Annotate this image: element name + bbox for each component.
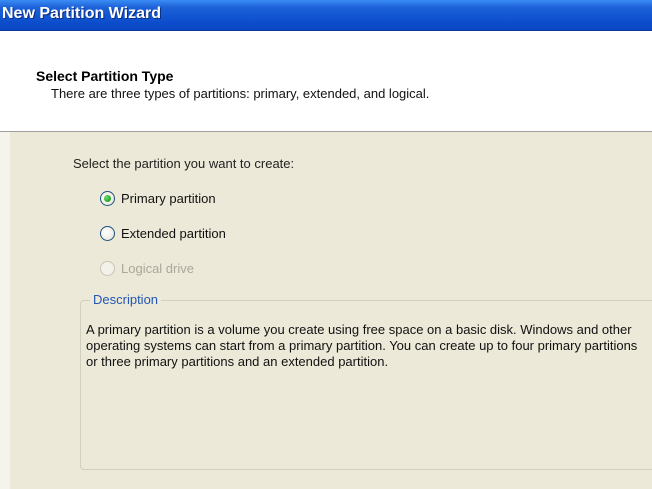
radio-selected-icon: [100, 190, 115, 206]
logical-drive-radio: Logical drive: [100, 259, 194, 277]
left-border: [0, 132, 10, 489]
page-title: Select Partition Type: [36, 68, 174, 84]
radio-unselected-icon: [100, 225, 115, 241]
window-title: New Partition Wizard: [2, 5, 161, 22]
page-subtitle: There are three types of partitions: pri…: [51, 86, 430, 101]
wizard-header: Select Partition Type There are three ty…: [0, 31, 652, 132]
extended-partition-label: Extended partition: [121, 225, 226, 241]
description-text: A primary partition is a volume you crea…: [86, 322, 638, 369]
primary-partition-label: Primary partition: [121, 190, 216, 206]
selection-prompt: Select the partition you want to create:: [73, 156, 295, 171]
radio-disabled-icon: [100, 260, 115, 276]
description-legend: Description: [90, 292, 162, 307]
title-bar[interactable]: New Partition Wizard: [0, 0, 652, 31]
primary-partition-radio[interactable]: Primary partition: [100, 189, 216, 207]
logical-drive-label: Logical drive: [121, 260, 194, 276]
extended-partition-radio[interactable]: Extended partition: [100, 224, 226, 242]
